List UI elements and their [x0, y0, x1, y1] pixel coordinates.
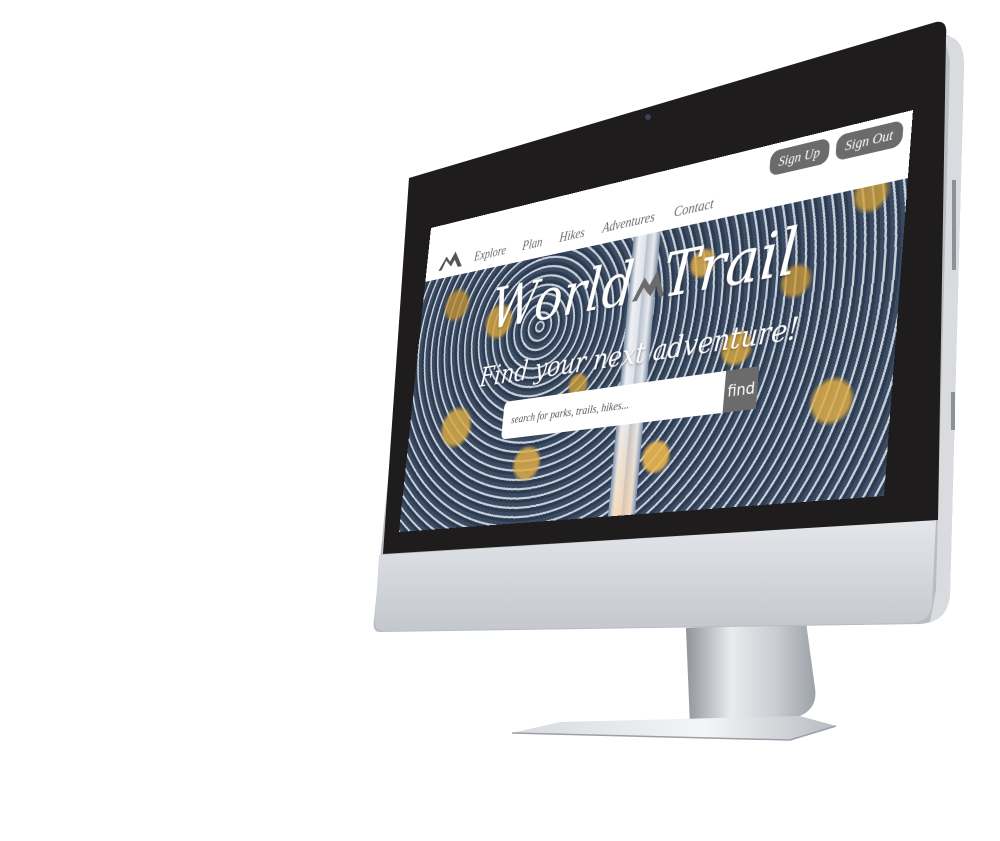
imac-mockup: Explore Plan Hikes Adventures Contact Si…	[0, 0, 1000, 841]
nav-explore[interactable]: Explore	[474, 243, 507, 265]
sign-out-button[interactable]: Sign Out	[834, 119, 904, 162]
find-button[interactable]: find	[722, 366, 760, 413]
mountain-logo-icon[interactable]	[438, 247, 465, 273]
nav-plan[interactable]: Plan	[522, 235, 544, 254]
nav-hikes[interactable]: Hikes	[559, 225, 586, 246]
stand	[686, 622, 816, 726]
nav-adventures[interactable]: Adventures	[602, 209, 656, 236]
sign-up-button[interactable]: Sign Up	[768, 137, 831, 177]
nav-contact[interactable]: Contact	[673, 196, 714, 221]
camera-icon	[645, 114, 651, 120]
